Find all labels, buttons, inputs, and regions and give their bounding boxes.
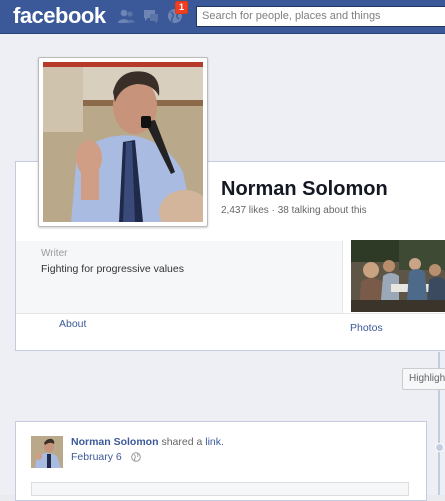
post-action-text: shared a	[161, 436, 203, 448]
notification-badge[interactable]: 1	[175, 1, 189, 14]
post-header: Norman Solomon shared a link.	[71, 436, 224, 448]
profile-picture[interactable]	[43, 62, 203, 222]
about-description: Fighting for progressive values	[41, 263, 184, 275]
search-input[interactable]: Search for people, places and things	[196, 6, 445, 27]
post-author-name[interactable]: Norman Solomon	[71, 436, 159, 448]
page-category: Writer	[41, 248, 68, 259]
timeline-dot	[435, 443, 444, 452]
page-title[interactable]: Norman Solomon	[221, 178, 388, 201]
shared-link-preview[interactable]	[31, 482, 409, 496]
top-bar: facebook 1 Search for people, places and…	[0, 0, 445, 34]
page-stats[interactable]: 2,437 likes · 38 talking about this	[221, 205, 367, 216]
friend-requests-icon[interactable]	[117, 7, 135, 25]
highlights-button[interactable]: Highligh	[402, 368, 445, 390]
audience-globe-icon[interactable]	[131, 452, 141, 462]
tab-about[interactable]: About	[59, 318, 86, 330]
post-date[interactable]: February 6	[71, 451, 122, 463]
post-link[interactable]: link.	[205, 436, 224, 448]
post-author-avatar[interactable]	[31, 436, 63, 468]
tabs-divider	[16, 313, 445, 314]
tab-photos[interactable]: Photos	[350, 322, 383, 334]
facebook-logo[interactable]: facebook	[13, 3, 106, 29]
photos-thumbnail[interactable]	[351, 240, 445, 312]
messages-icon[interactable]	[142, 7, 160, 25]
